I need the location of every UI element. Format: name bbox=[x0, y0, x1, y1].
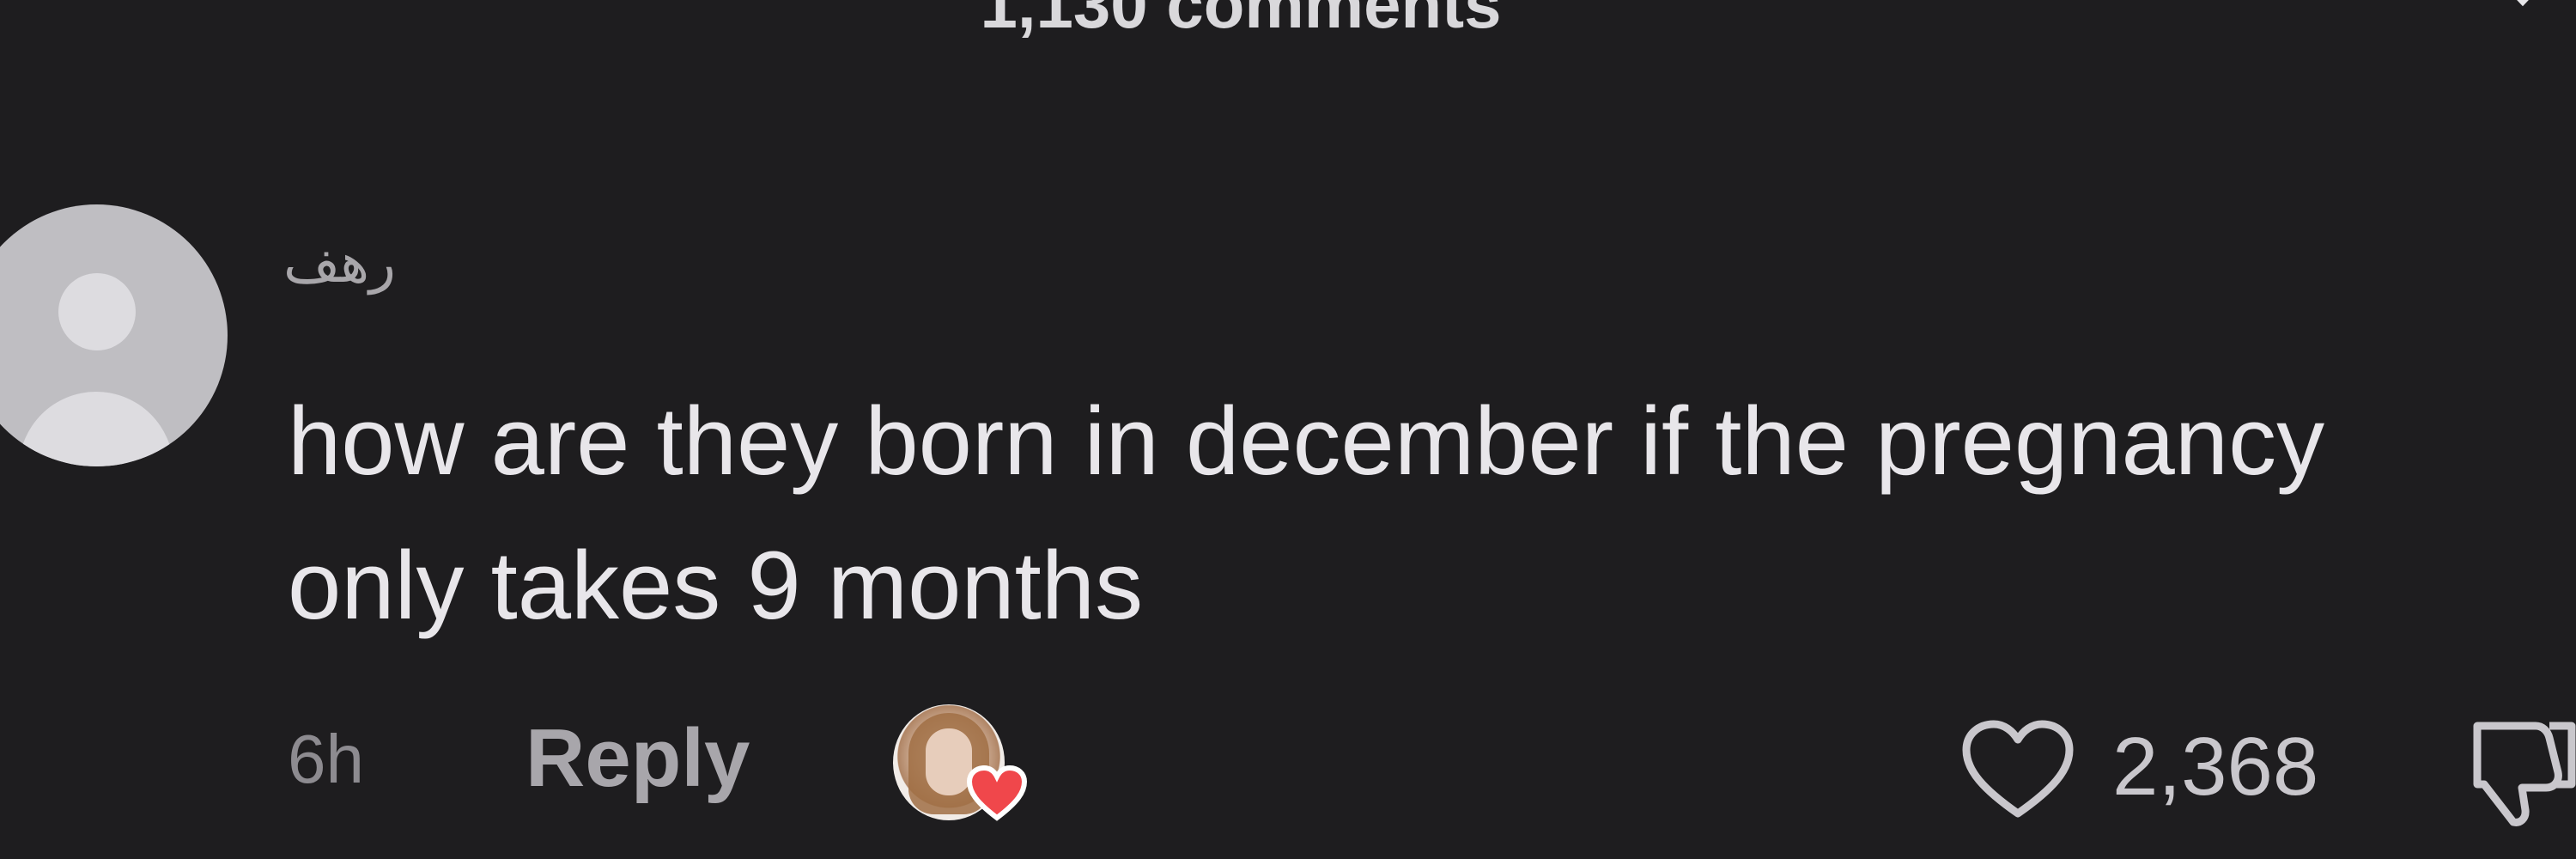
close-icon[interactable] bbox=[2482, 0, 2559, 26]
avatar-placeholder-body bbox=[19, 392, 173, 466]
reply-button[interactable]: Reply bbox=[526, 711, 750, 806]
comment-text: how are they born in december if the pre… bbox=[288, 387, 2325, 639]
heart-outline-icon[interactable] bbox=[1958, 717, 2078, 820]
comment-username[interactable]: رهف bbox=[283, 232, 396, 295]
comments-count-title: 1,130 comments bbox=[980, 0, 1502, 42]
avatar[interactable] bbox=[0, 204, 228, 466]
creator-liked-badge bbox=[893, 704, 1028, 821]
thumbs-down-icon[interactable] bbox=[2469, 709, 2576, 829]
heart-icon bbox=[966, 765, 1028, 821]
avatar-placeholder-head bbox=[58, 273, 136, 350]
like-count: 2,368 bbox=[2112, 721, 2319, 813]
creator-face bbox=[926, 728, 972, 795]
comment-timestamp: 6h bbox=[288, 721, 364, 797]
